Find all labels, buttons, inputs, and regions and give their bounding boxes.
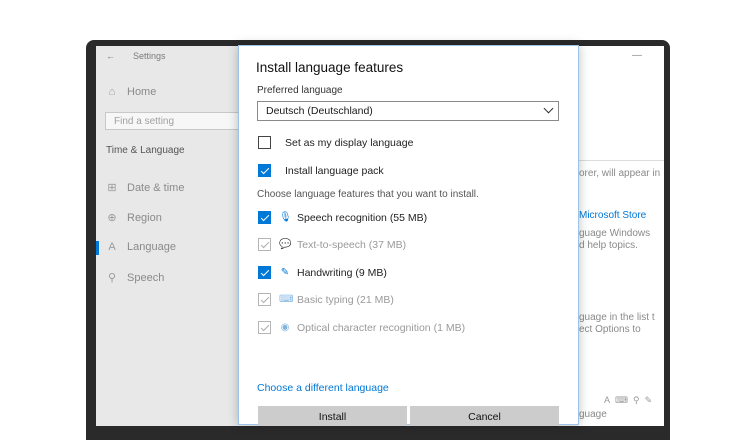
feature-checkbox bbox=[258, 293, 271, 306]
window-title: Settings bbox=[133, 51, 166, 61]
preferred-language-label: Preferred language bbox=[257, 85, 343, 96]
display-language-checkbox[interactable] bbox=[258, 136, 271, 149]
minimize-button[interactable]: — bbox=[632, 50, 642, 61]
globe-icon: ⊕ bbox=[107, 212, 117, 224]
content-text-fragment: guage Windows bbox=[579, 228, 651, 239]
feature-checkbox bbox=[258, 238, 271, 251]
feature-label: Text-to-speech (37 MB) bbox=[297, 238, 407, 251]
sidebar-item-date-time[interactable]: ⊞ Date & time bbox=[106, 181, 185, 195]
ocr-icon: ◉ bbox=[280, 322, 290, 333]
install-button[interactable]: Install bbox=[258, 406, 407, 426]
feature-text-to-speech: 💬 Text-to-speech (37 MB) bbox=[258, 238, 406, 251]
selected-language: Deutsch (Deutschland) bbox=[266, 105, 373, 117]
find-setting-input[interactable]: Find a setting bbox=[105, 112, 239, 130]
selected-indicator bbox=[96, 241, 99, 255]
keyboard-icon: ⌨ bbox=[615, 395, 634, 405]
feature-handwriting[interactable]: ✎ Handwriting (9 MB) bbox=[258, 266, 387, 279]
feature-checkbox[interactable] bbox=[258, 211, 271, 224]
checkbox-label: Install language pack bbox=[285, 164, 384, 177]
content-text-fragment: guage in the list t bbox=[579, 312, 655, 323]
language-feature-icons: A⌨⚲✎ bbox=[604, 395, 657, 406]
choose-features-label: Choose language features that you want t… bbox=[257, 189, 479, 200]
keyboard-icon: ⌨ bbox=[279, 294, 294, 305]
content-text-fragment: ect Options to bbox=[579, 324, 641, 335]
feature-checkbox bbox=[258, 321, 271, 334]
home-icon: ⌂ bbox=[108, 86, 116, 98]
feature-speech-recognition[interactable]: 🎙 Speech recognition (55 MB) bbox=[258, 211, 427, 224]
feature-label: Optical character recognition (1 MB) bbox=[297, 321, 466, 334]
feature-basic-typing: ⌨ Basic typing (21 MB) bbox=[258, 293, 394, 306]
preferred-language-dropdown[interactable]: Deutsch (Deutschland) bbox=[257, 101, 559, 121]
content-text-fragment: guage bbox=[579, 409, 607, 420]
language-icon: A bbox=[108, 241, 116, 253]
sidebar-item-home[interactable]: ⌂ Home bbox=[106, 86, 157, 98]
sidebar-item-speech[interactable]: ⚲ Speech bbox=[106, 271, 165, 285]
sidebar-item-language[interactable]: A Language bbox=[106, 241, 176, 253]
settings-sidebar bbox=[96, 46, 239, 426]
checkbox-label: Set as my display language bbox=[285, 136, 414, 149]
handwriting-icon: ✎ bbox=[280, 267, 290, 278]
dialog-title: Install language features bbox=[256, 60, 404, 75]
feature-label: Basic typing (21 MB) bbox=[297, 293, 394, 306]
feature-label: Handwriting (9 MB) bbox=[297, 266, 387, 279]
feature-ocr: ◉ Optical character recognition (1 MB) bbox=[258, 321, 465, 334]
chevron-down-icon bbox=[543, 103, 554, 114]
sidebar-item-region[interactable]: ⊕ Region bbox=[106, 211, 162, 225]
sidebar-section-title: Time & Language bbox=[106, 145, 185, 156]
feature-label: Speech recognition (55 MB) bbox=[297, 211, 428, 224]
choose-different-language-link[interactable]: Choose a different language bbox=[257, 382, 389, 394]
calendar-icon: ⊞ bbox=[107, 182, 117, 194]
microphone-icon: 🎙 bbox=[279, 212, 292, 223]
microphone-icon: ⚲ bbox=[107, 272, 117, 284]
sidebar-item-label: Speech bbox=[127, 271, 165, 284]
content-text-fragment: d help topics. bbox=[579, 240, 638, 251]
handwriting-icon: ✎ bbox=[644, 395, 658, 405]
sidebar-item-label: Home bbox=[127, 86, 157, 98]
sidebar-item-label: Language bbox=[127, 241, 176, 253]
feature-checkbox[interactable] bbox=[258, 266, 271, 279]
sidebar-item-label: Date & time bbox=[127, 181, 185, 194]
speech-bubble-icon: 💬 bbox=[279, 239, 292, 250]
back-arrow-icon[interactable]: ← bbox=[106, 51, 115, 61]
language-pack-checkbox[interactable] bbox=[258, 164, 271, 177]
microsoft-store-link[interactable]: Microsoft Store bbox=[579, 210, 646, 221]
content-text-fragment: orer, will appear in bbox=[579, 168, 661, 179]
language-icon: A bbox=[604, 395, 616, 405]
language-pack-checkbox-row[interactable]: Install language pack bbox=[258, 164, 384, 177]
settings-titlebar: ← Settings bbox=[106, 51, 166, 61]
display-language-checkbox-row[interactable]: Set as my display language bbox=[258, 136, 413, 149]
cancel-button[interactable]: Cancel bbox=[410, 406, 559, 426]
divider bbox=[578, 160, 664, 161]
microphone-icon: ⚲ bbox=[633, 395, 645, 405]
sidebar-item-label: Region bbox=[127, 211, 162, 224]
